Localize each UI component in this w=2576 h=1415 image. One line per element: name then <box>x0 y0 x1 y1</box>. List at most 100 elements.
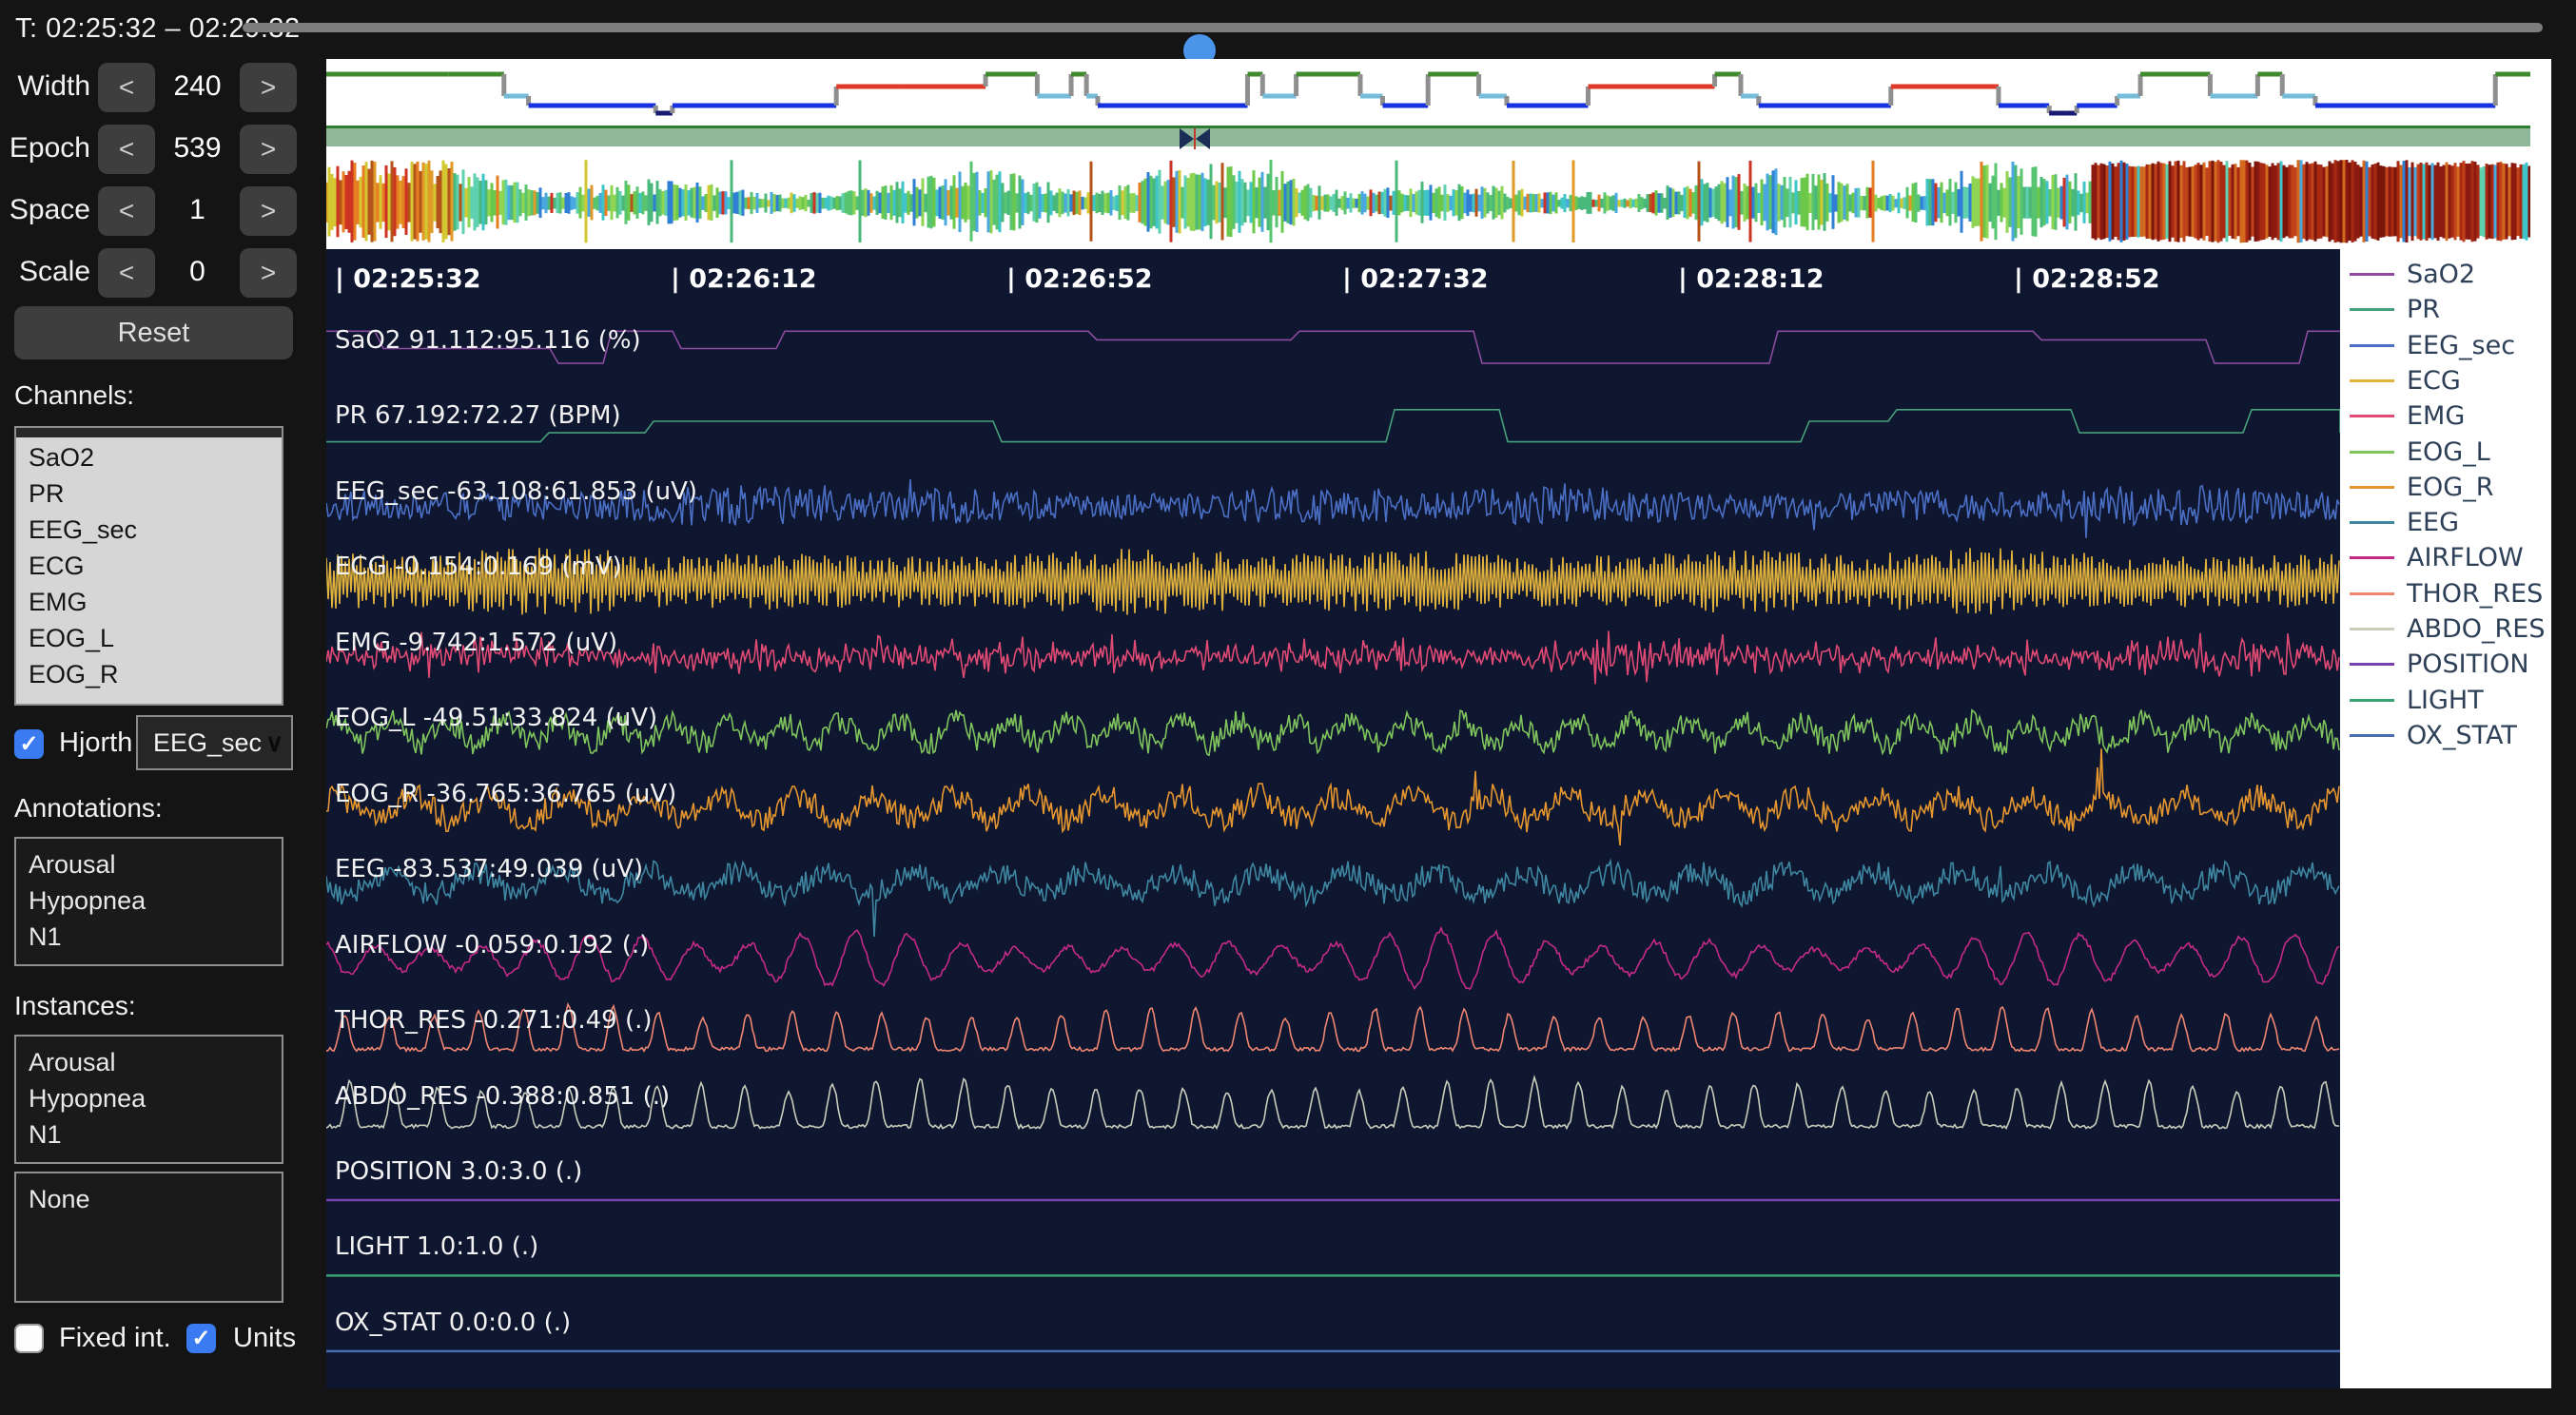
instance-item-n1[interactable]: N1 <box>16 1116 282 1153</box>
chevron-down-icon: ∨ <box>265 717 283 768</box>
control-row-space: Space<1> <box>0 186 326 236</box>
instances-listbox[interactable]: ArousalHypopneaN1 <box>14 1035 283 1164</box>
time-tick: | 02:28:12 <box>1678 264 1825 294</box>
fixed-int-label: Fixed int. <box>59 1323 171 1354</box>
hypnogram-plot <box>326 59 2530 126</box>
trace-label-eog_l: EOG_L -49.51:33.824 (uV) <box>335 704 657 732</box>
annotations-section-label: Annotations: <box>14 793 163 824</box>
scale-decrement-button[interactable]: < <box>98 248 155 298</box>
legend-label: POSITION <box>2407 649 2529 679</box>
scale-value: 0 <box>155 256 240 288</box>
legend-item-emg: EMG <box>2340 398 2551 434</box>
legend-item-sao2: SaO2 <box>2340 257 2551 292</box>
channel-item-ecg[interactable]: ECG <box>16 548 282 584</box>
legend-item-eog_l: EOG_L <box>2340 435 2551 470</box>
control-row-scale: Scale<0> <box>0 248 326 298</box>
legend-item-eog_r: EOG_R <box>2340 470 2551 505</box>
units-label: Units <box>233 1323 296 1354</box>
width-decrement-button[interactable]: < <box>98 63 155 112</box>
legend-label: EEG_sec <box>2407 331 2515 360</box>
legend-label: EOG_L <box>2407 437 2490 467</box>
trace-label-ox_stat: OX_STAT 0.0:0.0 (.) <box>335 1308 571 1337</box>
legend-label: LIGHT <box>2407 686 2484 715</box>
fixed-int-checkbox[interactable] <box>14 1324 44 1353</box>
time-tick: | 02:27:32 <box>1342 264 1489 294</box>
legend-item-pr: PR <box>2340 292 2551 327</box>
control-row-epoch: Epoch<539> <box>0 125 326 174</box>
hjorth-checkbox[interactable]: ✓ <box>14 729 44 759</box>
legend-item-ox_stat: OX_STAT <box>2340 718 2551 753</box>
width-value: 240 <box>155 70 240 103</box>
instances-secondary-listbox[interactable]: None <box>14 1172 283 1303</box>
channels-listbox[interactable]: SaO2PREEG_secECGEMGEOG_LEOG_R <box>14 426 283 706</box>
channel-item-pr[interactable]: PR <box>16 475 282 512</box>
units-checkbox[interactable]: ✓ <box>186 1324 216 1353</box>
annotation-item-n1[interactable]: N1 <box>16 919 282 955</box>
legend-line-icon <box>2350 486 2394 489</box>
trace-label-light: LIGHT 1.0:1.0 (.) <box>335 1232 538 1261</box>
sidebar: Width<240>Epoch<539>Space<1>Scale<0> Res… <box>0 59 326 1415</box>
legend-label: ABDO_RES <box>2407 614 2546 644</box>
space-decrement-button[interactable]: < <box>98 186 155 236</box>
legend-item-airflow: AIRFLOW <box>2340 540 2551 575</box>
trace-label-ecg: ECG -0.154:0.169 (mV) <box>335 552 622 581</box>
space-increment-button[interactable]: > <box>240 186 297 236</box>
legend-label: THOR_RES <box>2407 579 2543 609</box>
control-label: Width <box>0 70 90 103</box>
instance-item-arousal[interactable]: Arousal <box>16 1044 282 1080</box>
signal-plot-panel: | 02:25:32| 02:26:12| 02:26:52| 02:27:32… <box>326 249 2340 1388</box>
instance-item-hypopnea[interactable]: Hypopnea <box>16 1080 282 1116</box>
legend-item-ecg: ECG <box>2340 363 2551 398</box>
instances-section-label: Instances: <box>14 991 136 1021</box>
control-row-width: Width<240> <box>0 63 326 112</box>
width-increment-button[interactable]: > <box>240 63 297 112</box>
trace-label-abdo_res: ABDO_RES -0.388:0.851 (.) <box>335 1082 670 1111</box>
legend-line-icon <box>2350 344 2394 347</box>
trace-label-pr: PR 67.192:72.27 (BPM) <box>335 401 621 430</box>
trace-label-emg: EMG -9.742:1.572 (uV) <box>335 629 617 657</box>
hjorth-label: Hjorth <box>59 727 132 759</box>
channel-item-eog_l[interactable]: EOG_L <box>16 620 282 656</box>
legend-line-icon <box>2350 699 2394 702</box>
channel-item-sao2[interactable]: SaO2 <box>16 439 282 475</box>
annotations-listbox[interactable]: ArousalHypopneaN1 <box>14 837 283 966</box>
legend-item-position: POSITION <box>2340 647 2551 682</box>
legend-line-icon <box>2350 273 2394 276</box>
reset-button[interactable]: Reset <box>14 306 293 359</box>
epoch-value: 539 <box>155 132 240 165</box>
channel-item-eeg_sec[interactable]: EEG_sec <box>16 512 282 548</box>
legend-line-icon <box>2350 308 2394 311</box>
legend-line-icon <box>2350 592 2394 595</box>
time-tick: | 02:28:52 <box>2014 264 2160 294</box>
control-label: Epoch <box>0 132 90 165</box>
channel-item-eog_r[interactable]: EOG_R <box>16 656 282 692</box>
annotation-item-arousal[interactable]: Arousal <box>16 846 282 882</box>
legend-line-icon <box>2350 628 2394 630</box>
trace-pr <box>326 410 2340 442</box>
epoch-position-marker[interactable] <box>1180 128 1210 149</box>
hjorth-channel-select[interactable]: EEG_sec ∨ <box>136 715 293 770</box>
epoch-increment-button[interactable]: > <box>240 125 297 174</box>
trace-label-eeg_sec: EEG_sec -63.108:61.853 (uV) <box>335 477 697 506</box>
channel-item-emg[interactable]: EMG <box>16 584 282 620</box>
instance-secondary-item-none[interactable]: None <box>16 1181 282 1217</box>
legend-item-eeg: EEG <box>2340 505 2551 540</box>
legend-line-icon <box>2350 451 2394 454</box>
scale-increment-button[interactable]: > <box>240 248 297 298</box>
legend-label: OX_STAT <box>2407 721 2517 750</box>
annotation-item-hypopnea[interactable]: Hypopnea <box>16 882 282 919</box>
signal-traces <box>326 249 2340 1388</box>
legend-item-abdo_res: ABDO_RES <box>2340 611 2551 647</box>
time-tick: | 02:25:32 <box>335 264 481 294</box>
legend-line-icon <box>2350 415 2394 417</box>
epoch-decrement-button[interactable]: < <box>98 125 155 174</box>
hjorth-selected-value: EEG_sec <box>153 728 262 757</box>
epoch-navigation-bar[interactable] <box>326 126 2530 146</box>
trace-label-eeg: EEG -83.537:49.039 (uV) <box>335 855 643 883</box>
control-label: Scale <box>0 256 90 288</box>
legend-line-icon <box>2350 663 2394 666</box>
time-slider-track[interactable] <box>243 23 2543 32</box>
legend-line-icon <box>2350 379 2394 382</box>
legend-label: PR <box>2407 295 2440 324</box>
legend-panel: SaO2 PR EEG_sec ECGEMGEOG_LEOG_REEGAIRFLOW T… <box>2340 249 2551 1388</box>
